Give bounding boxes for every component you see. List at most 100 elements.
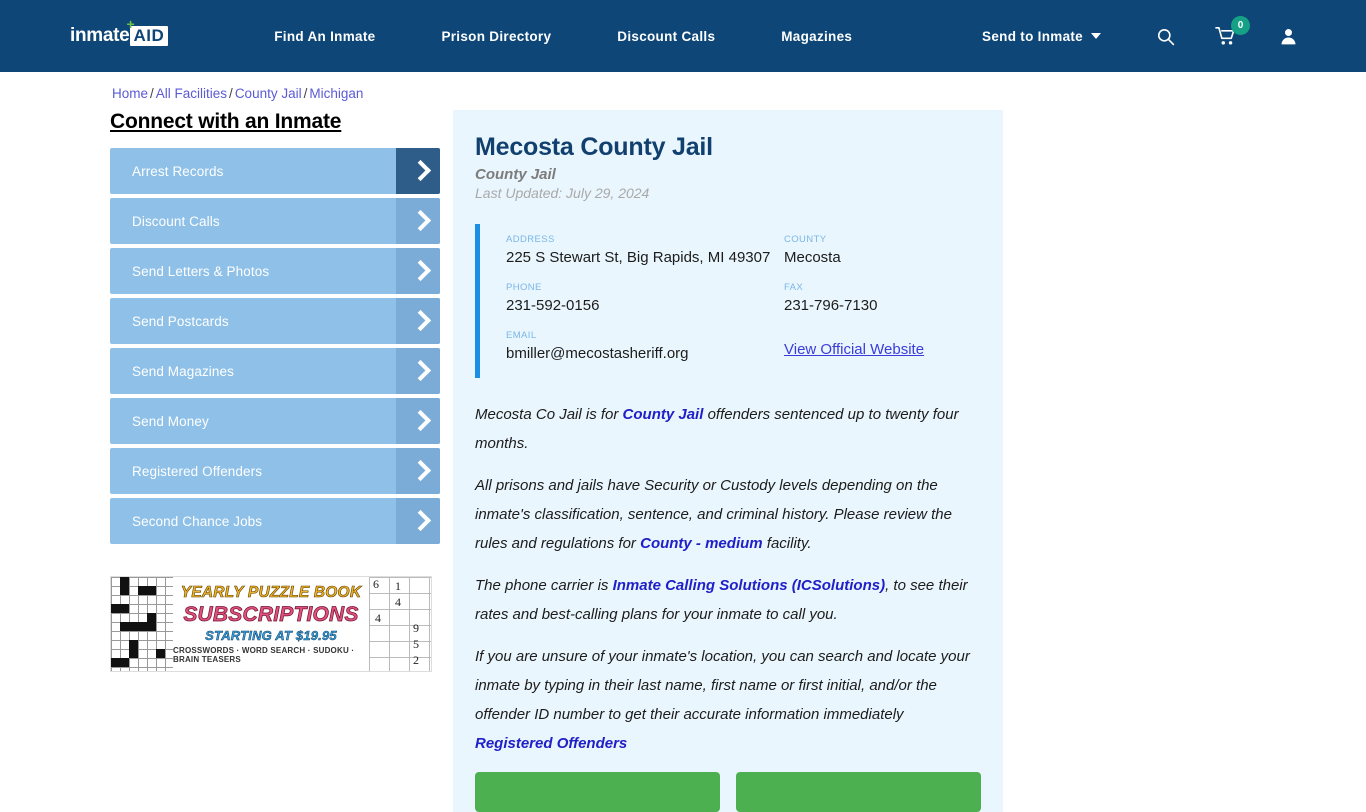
chevron-right-icon <box>412 510 425 532</box>
link-county-jail[interactable]: County Jail <box>623 406 704 423</box>
paragraph-2: All prisons and jails have Security or C… <box>475 471 981 558</box>
sidebar-item-label: Send Magazines <box>132 363 234 379</box>
plus-icon: + <box>126 16 136 32</box>
sidebar-item-arrow <box>396 148 440 194</box>
website-field: View Official Website <box>784 330 981 364</box>
paragraph-1: Mecosta Co Jail is for County Jail offen… <box>475 400 981 458</box>
logo-badge: + AID <box>126 17 169 46</box>
nav-right-cluster: Send to Inmate 0 <box>982 16 1304 52</box>
facility-description: Mecosta Co Jail is for County Jail offen… <box>453 400 1003 758</box>
logo-badge-text: AID <box>133 26 165 45</box>
page-title: Mecosta County Jail <box>475 133 713 161</box>
view-official-website-link[interactable]: View Official Website <box>784 341 924 358</box>
nav-link-magazines[interactable]: Magazines <box>748 29 885 44</box>
sidebar-item-send-money[interactable]: Send Money <box>110 398 440 444</box>
sidebar-item-label: Discount Calls <box>132 213 220 229</box>
county-label: COUNTY <box>784 234 827 245</box>
ad-line-1: YEARLY PUZZLE BOOK <box>180 584 362 602</box>
p4-text-a: If you are unsure of your inmate's locat… <box>475 648 970 723</box>
chevron-right-icon <box>412 310 425 332</box>
chevron-right-icon <box>412 410 425 432</box>
breadcrumb-separator: / <box>150 86 154 101</box>
sudoku-graphic: 6 1 4 4 9 5 2 <box>369 577 431 671</box>
email-value: bmiller@mecostasheriff.org <box>506 345 689 362</box>
website-label-spacer <box>784 330 981 341</box>
chevron-right-icon <box>412 460 425 482</box>
account-button[interactable] <box>1272 20 1304 52</box>
sidebar-item-label: Send Money <box>132 413 209 429</box>
sudoku-number: 9 <box>413 621 419 635</box>
cta-button-left[interactable] <box>475 772 720 812</box>
page-content: Connect with an Inmate Arrest Records Di… <box>0 110 1366 812</box>
breadcrumb-item-all-facilities[interactable]: All Facilities <box>156 86 227 101</box>
sudoku-number: 4 <box>395 595 401 609</box>
sidebar-item-registered-offenders[interactable]: Registered Offenders <box>110 448 440 494</box>
phone-value: 231-592-0156 <box>506 297 600 314</box>
sidebar-item-arrest-records[interactable]: Arrest Records <box>110 148 440 194</box>
nav-dropdown-label: Send to Inmate <box>982 28 1083 44</box>
breadcrumb-separator: / <box>303 86 308 101</box>
crossword-graphic <box>111 577 173 671</box>
facility-info-box: ADDRESS 225 S Stewart St, Big Rapids, MI… <box>475 224 981 378</box>
site-logo[interactable]: inmate + AID <box>70 17 169 51</box>
sidebar-item-send-letters-photos[interactable]: Send Letters & Photos <box>110 248 440 294</box>
address-field: ADDRESS 225 S Stewart St, Big Rapids, MI… <box>506 234 784 268</box>
breadcrumb-item-county-jail[interactable]: County Jail <box>235 86 302 101</box>
puzzle-book-ad-banner[interactable]: YEARLY PUZZLE BOOK SUBSCRIPTIONS STARTIN… <box>110 576 432 672</box>
paragraph-3: The phone carrier is Inmate Calling Solu… <box>475 571 981 629</box>
nav-link-find-an-inmate[interactable]: Find An Inmate <box>241 29 408 44</box>
sidebar-item-label: Registered Offenders <box>132 463 263 479</box>
sidebar-title[interactable]: Connect with an Inmate <box>110 110 341 134</box>
sidebar-item-arrow <box>396 448 440 494</box>
county-value: Mecosta <box>784 249 841 266</box>
ad-line-2: SUBSCRIPTIONS <box>183 603 359 627</box>
phone-field: PHONE 231-592-0156 <box>506 282 784 316</box>
facility-header: Mecosta County Jail County Jail Last Upd… <box>453 132 1003 378</box>
sidebar-item-arrow <box>396 498 440 544</box>
sudoku-number: 5 <box>413 637 419 651</box>
address-value: 225 S Stewart St, Big Rapids, MI 49307 <box>506 249 771 266</box>
link-county-medium[interactable]: County - medium <box>640 535 763 552</box>
last-updated-text: Last Updated: July 29, 2024 <box>475 185 650 201</box>
sidebar-item-label: Arrest Records <box>132 163 224 179</box>
address-label: ADDRESS <box>506 234 555 245</box>
p3-text-a: The phone carrier is <box>475 577 613 594</box>
link-icsolutions[interactable]: Inmate Calling Solutions (ICSolutions) <box>613 577 886 594</box>
email-field: EMAIL bmiller@mecostasheriff.org <box>506 330 784 364</box>
nav-link-prison-directory[interactable]: Prison Directory <box>408 29 584 44</box>
fax-label: FAX <box>784 282 804 293</box>
facility-type: County Jail <box>475 166 556 183</box>
sidebar-item-second-chance-jobs[interactable]: Second Chance Jobs <box>110 498 440 544</box>
sidebar-item-send-magazines[interactable]: Send Magazines <box>110 348 440 394</box>
logo-wordmark: inmate <box>70 25 130 46</box>
sidebar-item-arrow <box>396 248 440 294</box>
link-registered-offenders[interactable]: Registered Offenders <box>475 729 981 758</box>
chevron-right-icon <box>412 360 425 382</box>
fax-field: FAX 231-796-7130 <box>784 282 981 316</box>
primary-nav-links: Find An Inmate Prison Directory Discount… <box>241 29 885 44</box>
sidebar-item-arrow <box>396 348 440 394</box>
nav-link-discount-calls[interactable]: Discount Calls <box>584 29 748 44</box>
p1-text-a: Mecosta Co Jail is for <box>475 406 623 423</box>
sidebar-item-label: Send Letters & Photos <box>132 263 270 279</box>
sidebar: Connect with an Inmate Arrest Records Di… <box>110 110 440 812</box>
ad-line-4: CROSSWORDS · WORD SEARCH · SUDOKU · BRAI… <box>173 646 355 664</box>
search-icon <box>1157 28 1174 45</box>
breadcrumb-item-home[interactable]: Home <box>112 86 148 101</box>
cta-button-row <box>453 772 1003 812</box>
sidebar-item-discount-calls[interactable]: Discount Calls <box>110 198 440 244</box>
sidebar-item-arrow <box>396 198 440 244</box>
breadcrumb-separator: / <box>229 86 233 101</box>
chevron-down-icon <box>1091 33 1101 39</box>
nav-dropdown-send-to-inmate[interactable]: Send to Inmate <box>982 29 1101 44</box>
sudoku-number: 4 <box>375 611 381 625</box>
breadcrumb-item-michigan[interactable]: Michigan <box>309 86 363 101</box>
ad-line-3: STARTING AT $19.95 <box>205 628 337 644</box>
top-navigation-bar: inmate + AID Find An Inmate Prison Direc… <box>0 0 1366 72</box>
cta-button-right[interactable] <box>736 772 981 812</box>
cart-button[interactable]: 0 <box>1210 16 1250 52</box>
ad-copy: YEARLY PUZZLE BOOK SUBSCRIPTIONS STARTIN… <box>173 577 369 671</box>
search-button[interactable] <box>1149 20 1181 52</box>
sidebar-item-send-postcards[interactable]: Send Postcards <box>110 298 440 344</box>
sidebar-item-label: Send Postcards <box>132 313 229 329</box>
